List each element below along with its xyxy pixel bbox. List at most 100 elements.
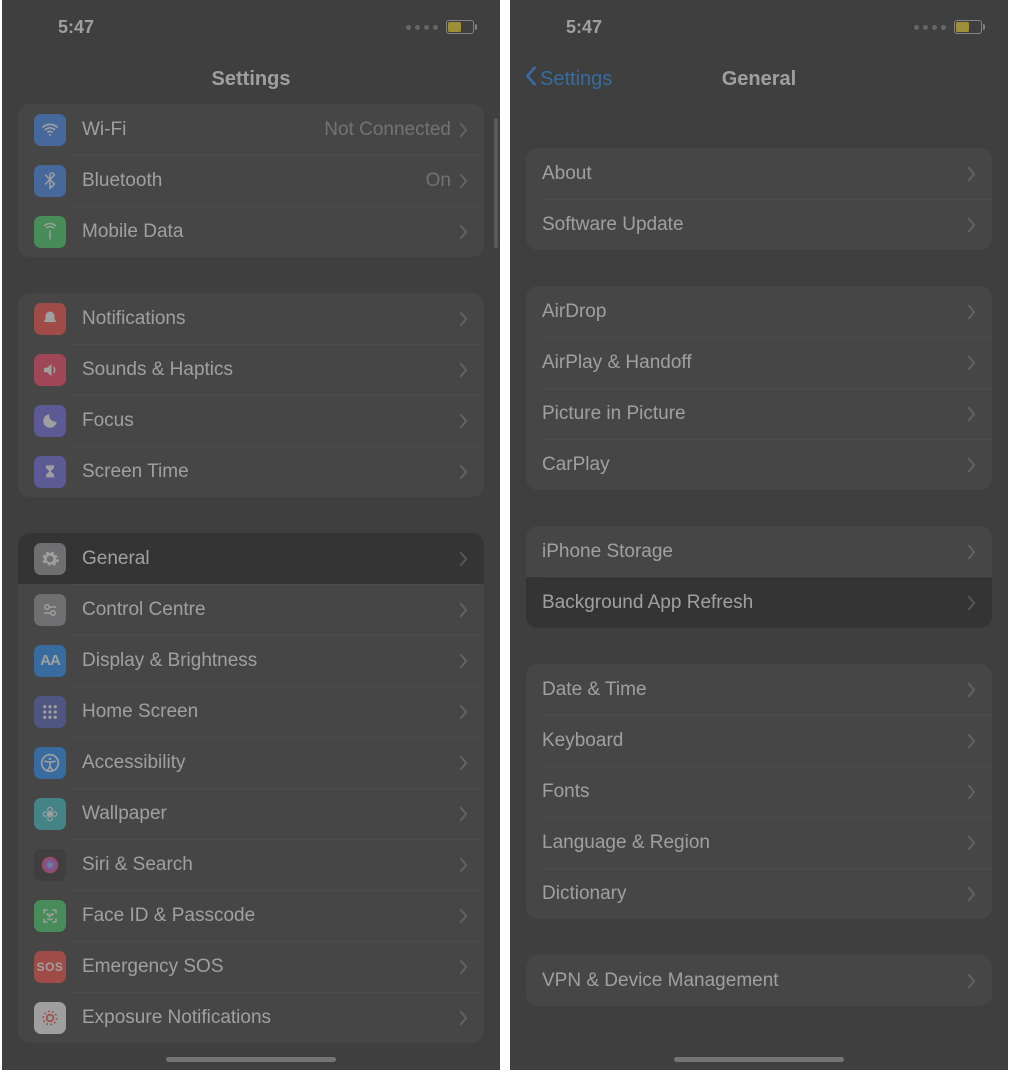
row-carplay[interactable]: CarPlay [526,439,992,490]
grid-icon [34,696,66,728]
row-home-screen[interactable]: Home Screen [18,686,484,737]
row-control-centre[interactable]: Control Centre [18,584,484,635]
row-label: Fonts [542,781,967,803]
home-indicator[interactable] [674,1057,844,1062]
chevron-right-icon [459,311,468,327]
row-label: Background App Refresh [542,592,967,614]
speaker-icon [34,354,66,386]
row-wallpaper[interactable]: Wallpaper [18,788,484,839]
accessibility-icon [34,747,66,779]
chevron-right-icon [459,1010,468,1026]
row-focus[interactable]: Focus [18,395,484,446]
antenna-icon [34,216,66,248]
row-mobile-data[interactable]: Mobile Data [18,206,484,257]
row-about[interactable]: About [526,148,992,199]
row-label: Siri & Search [82,854,459,876]
row-label: Language & Region [542,832,967,854]
cellular-dots-icon [914,25,946,30]
row-faceid[interactable]: Face ID & Passcode [18,890,484,941]
row-label: General [82,548,459,570]
row-background-app-refresh[interactable]: Background App Refresh [526,577,992,628]
bell-icon [34,303,66,335]
row-value: On [426,170,451,192]
chevron-right-icon [967,784,976,800]
row-label: Control Centre [82,599,459,621]
row-label: AirDrop [542,301,967,323]
row-emergency-sos[interactable]: SOS Emergency SOS [18,941,484,992]
scroll-indicator[interactable] [494,118,498,248]
row-wifi[interactable]: Wi-FiNot Connected [18,104,484,155]
switches-icon [34,594,66,626]
chevron-right-icon [459,755,468,771]
back-label: Settings [540,68,612,91]
chevron-right-icon [459,413,468,429]
row-label: Keyboard [542,730,967,752]
row-value: Not Connected [324,119,451,141]
hourglass-icon [34,456,66,488]
row-label: Home Screen [82,701,459,723]
row-label: CarPlay [542,454,967,476]
chevron-right-icon [967,973,976,989]
row-notifications[interactable]: Notifications [18,293,484,344]
row-iphone-storage[interactable]: iPhone Storage [526,526,992,577]
row-label: Mobile Data [82,221,459,243]
row-siri-search[interactable]: Siri & Search [18,839,484,890]
row-exposure-notif[interactable]: Exposure Notifications [18,992,484,1043]
chevron-right-icon [967,886,976,902]
row-dictionary[interactable]: Dictionary [526,868,992,919]
row-label: Display & Brightness [82,650,459,672]
row-keyboard[interactable]: Keyboard [526,715,992,766]
settings-screen: 5:47 Settings Wi-FiNot ConnectedBluetoot… [2,0,500,1070]
chevron-right-icon [459,653,468,669]
row-label: Accessibility [82,752,459,774]
row-airdrop[interactable]: AirDrop [526,286,992,337]
chevron-right-icon [459,908,468,924]
chevron-right-icon [459,704,468,720]
row-label: VPN & Device Management [542,970,967,992]
row-airplay-handoff[interactable]: AirPlay & Handoff [526,337,992,388]
gear-icon [34,543,66,575]
row-pip[interactable]: Picture in Picture [526,388,992,439]
row-label: Software Update [542,214,967,236]
row-bluetooth[interactable]: BluetoothOn [18,155,484,206]
row-fonts[interactable]: Fonts [526,766,992,817]
back-button[interactable]: Settings [524,65,612,93]
exposure-icon [34,1002,66,1034]
row-label: Wallpaper [82,803,459,825]
cellular-dots-icon [406,25,438,30]
bluetooth-icon [34,165,66,197]
wifi-icon [34,114,66,146]
row-display[interactable]: AADisplay & Brightness [18,635,484,686]
row-label: Focus [82,410,459,432]
row-software-update[interactable]: Software Update [526,199,992,250]
status-time: 5:47 [566,17,602,38]
sos-icon: SOS [34,951,66,983]
row-sounds-haptics[interactable]: Sounds & Haptics [18,344,484,395]
moon-icon [34,405,66,437]
row-accessibility[interactable]: Accessibility [18,737,484,788]
row-language-region[interactable]: Language & Region [526,817,992,868]
row-vpn-device-mgmt[interactable]: VPN & Device Management [526,955,992,1006]
chevron-right-icon [967,544,976,560]
chevron-right-icon [459,857,468,873]
row-label: AirPlay & Handoff [542,352,967,374]
row-label: Sounds & Haptics [82,359,459,381]
chevron-right-icon [459,362,468,378]
row-date-time[interactable]: Date & Time [526,664,992,715]
chevron-right-icon [459,959,468,975]
chevron-right-icon [967,682,976,698]
row-general[interactable]: General [18,533,484,584]
row-label: Dictionary [542,883,967,905]
chevron-right-icon [967,595,976,611]
nav-bar: Settings [2,54,500,104]
chevron-right-icon [459,602,468,618]
row-label: Emergency SOS [82,956,459,978]
home-indicator[interactable] [166,1057,336,1062]
row-label: Screen Time [82,461,459,483]
row-label: Face ID & Passcode [82,905,459,927]
faceid-icon [34,900,66,932]
row-label: Wi-Fi [82,119,324,141]
row-label: Notifications [82,308,459,330]
row-screen-time[interactable]: Screen Time [18,446,484,497]
battery-icon [446,20,474,34]
